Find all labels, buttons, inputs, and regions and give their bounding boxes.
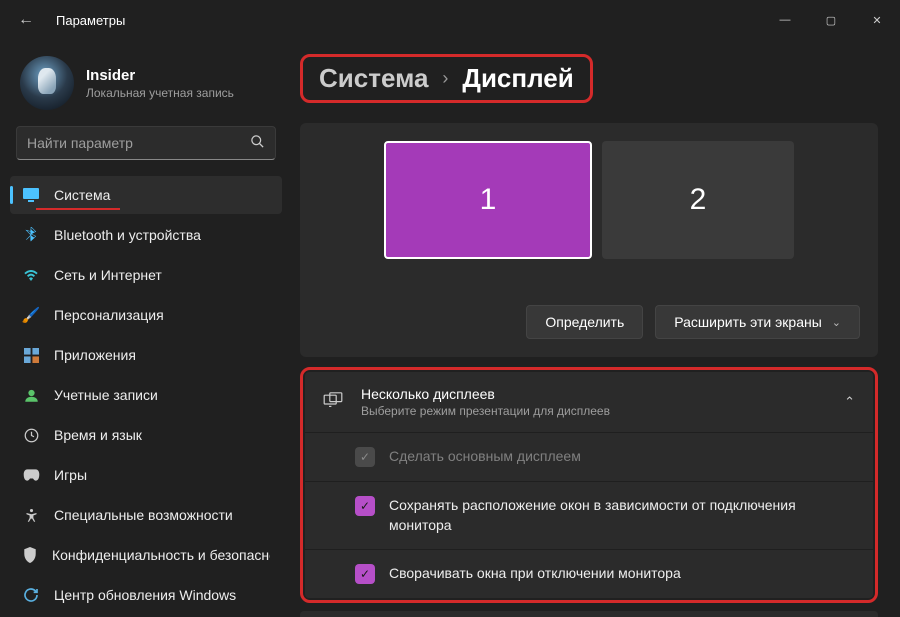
update-icon	[22, 586, 40, 604]
monitor-2-label: 2	[690, 183, 707, 217]
nav-accounts[interactable]: Учетные записи	[10, 376, 282, 414]
search-icon	[250, 134, 265, 152]
sidebar: Insider Локальная учетная запись Система	[0, 40, 290, 617]
nav-label: Время и язык	[54, 427, 142, 443]
nav-personalization[interactable]: 🖌️ Персонализация	[10, 296, 282, 334]
panel-title: Несколько дисплеев	[361, 386, 828, 402]
identify-button[interactable]: Определить	[526, 305, 643, 339]
nav-bluetooth[interactable]: Bluetooth и устройства	[10, 216, 282, 254]
shield-icon	[22, 546, 38, 564]
chevron-up-icon: ⌃	[844, 394, 855, 410]
nav-label: Игры	[54, 467, 87, 483]
nav-label: Специальные возможности	[54, 507, 233, 523]
nav-label: Центр обновления Windows	[54, 587, 236, 603]
minimize-button[interactable]: —	[762, 0, 808, 40]
nav-system[interactable]: Система	[10, 176, 282, 214]
nav-label: Bluetooth и устройства	[54, 227, 201, 243]
accessibility-icon	[22, 506, 40, 524]
breadcrumb-current: Дисплей	[462, 63, 573, 94]
monitor-layout[interactable]: 1 2	[318, 141, 860, 259]
nav-label: Персонализация	[54, 307, 164, 323]
window-title: Параметры	[56, 13, 125, 28]
nav-list: Система Bluetooth и устройства Сеть и Ин…	[10, 176, 282, 614]
bluetooth-icon	[22, 226, 40, 244]
option-remember-layout[interactable]: ✓ Сохранять расположение окон в зависимо…	[305, 481, 873, 549]
extend-dropdown[interactable]: Расширить эти экраны⌄	[655, 305, 860, 339]
user-account-type: Локальная учетная запись	[86, 86, 234, 100]
maximize-button[interactable]: ▢	[808, 0, 854, 40]
nav-time-language[interactable]: Время и язык	[10, 416, 282, 454]
back-button[interactable]: ←	[18, 11, 34, 29]
checkbox-primary-label: Сделать основным дисплеем	[389, 447, 581, 467]
display-arrangement-card: 1 2 Определить Расширить эти экраны⌄	[300, 123, 878, 357]
multiple-displays-header[interactable]: Несколько дисплеев Выберите режим презен…	[305, 372, 873, 432]
detect-display-row: Обнаружить другой дисплей Обнаружить	[300, 611, 878, 617]
checkbox-minimize[interactable]: ✓	[355, 564, 375, 584]
multiple-displays-section: Несколько дисплеев Выберите режим презен…	[300, 367, 878, 603]
nav-windows-update[interactable]: Центр обновления Windows	[10, 576, 282, 614]
monitor-1[interactable]: 1	[384, 141, 592, 259]
titlebar: ← Параметры — ▢ ✕	[0, 0, 900, 40]
brush-icon: 🖌️	[22, 306, 40, 324]
checkbox-remember[interactable]: ✓	[355, 496, 375, 516]
close-button[interactable]: ✕	[854, 0, 900, 40]
avatar	[20, 56, 74, 110]
nav-label: Сеть и Интернет	[54, 267, 162, 283]
nav-gaming[interactable]: Игры	[10, 456, 282, 494]
nav-apps[interactable]: Приложения	[10, 336, 282, 374]
panel-subtitle: Выберите режим презентации для дисплеев	[361, 404, 828, 418]
monitor-1-label: 1	[480, 183, 497, 217]
monitor-2[interactable]: 2	[602, 141, 794, 259]
checkbox-primary: ✓	[355, 447, 375, 467]
user-name: Insider	[86, 67, 234, 84]
search-box[interactable]	[16, 126, 276, 160]
window-controls: — ▢ ✕	[762, 0, 900, 40]
breadcrumb-parent[interactable]: Система	[319, 63, 428, 94]
search-input[interactable]	[27, 135, 250, 151]
user-block[interactable]: Insider Локальная учетная запись	[10, 48, 282, 126]
nav-label: Учетные записи	[54, 387, 158, 403]
chevron-down-icon: ⌄	[832, 316, 841, 329]
main-content: Система › Дисплей 1 2 Определить Расшири…	[290, 40, 900, 617]
nav-label: Система	[54, 187, 110, 203]
network-icon	[22, 266, 40, 284]
breadcrumb-separator-icon: ›	[442, 68, 448, 89]
nav-label: Приложения	[54, 347, 136, 363]
breadcrumb: Система › Дисплей	[300, 54, 593, 103]
system-icon	[22, 186, 40, 204]
nav-label: Конфиденциальность и безопасность	[52, 547, 270, 563]
gamepad-icon	[22, 466, 40, 484]
clock-icon	[22, 426, 40, 444]
apps-icon	[22, 346, 40, 364]
nav-privacy[interactable]: Конфиденциальность и безопасность	[10, 536, 282, 574]
red-underline	[36, 208, 120, 210]
checkbox-minimize-label: Сворачивать окна при отключении монитора	[389, 564, 681, 584]
nav-network[interactable]: Сеть и Интернет	[10, 256, 282, 294]
checkbox-remember-label: Сохранять расположение окон в зависимост…	[389, 496, 855, 535]
person-icon	[22, 386, 40, 404]
displays-icon	[323, 392, 345, 413]
nav-accessibility[interactable]: Специальные возможности	[10, 496, 282, 534]
option-minimize-on-disconnect[interactable]: ✓ Сворачивать окна при отключении монито…	[305, 549, 873, 598]
option-make-primary: ✓ Сделать основным дисплеем	[305, 432, 873, 481]
